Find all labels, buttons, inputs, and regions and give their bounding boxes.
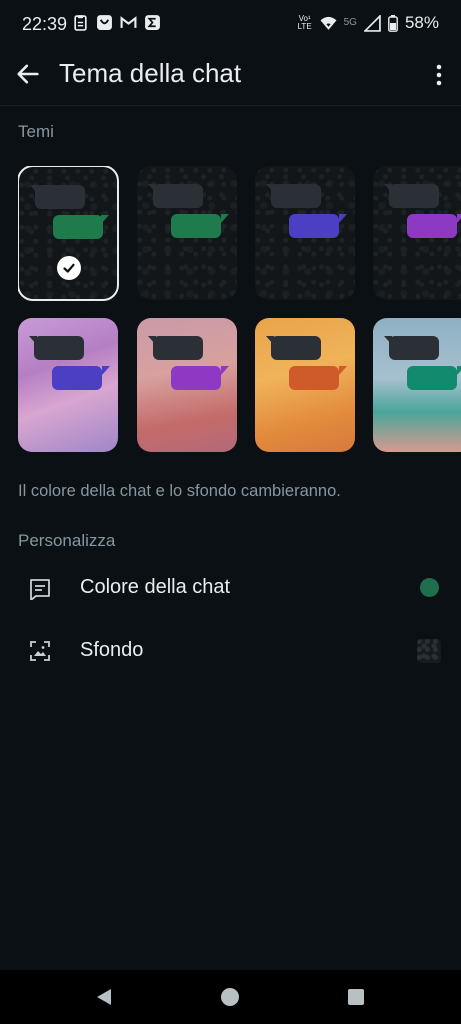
more-vert-icon[interactable] — [431, 62, 447, 88]
signal-icon — [363, 14, 381, 32]
theme-tile-dark-green-selected[interactable] — [18, 166, 119, 301]
themes-hint-text: Il colore della chat e lo sfondo cambier… — [18, 482, 341, 500]
notification-icons — [72, 14, 161, 31]
chat-color-swatch — [420, 578, 439, 597]
battery-icon — [388, 14, 398, 32]
themes-section-label: Temi — [18, 122, 54, 141]
theme-tile-pink-photo[interactable] — [137, 318, 237, 452]
theme-tile-beach-photo[interactable] — [373, 318, 461, 452]
app-bar-divider — [0, 105, 461, 106]
wifi-icon — [320, 16, 337, 30]
arrow-back-icon[interactable] — [14, 60, 42, 88]
nav-back-icon[interactable] — [94, 987, 114, 1007]
theme-tile-lilac-photo[interactable] — [18, 318, 118, 452]
themes-grid — [18, 166, 461, 456]
page-title: Tema della chat — [59, 58, 242, 88]
wallpaper-row[interactable]: Sfondo — [0, 623, 461, 679]
wallpaper-icon — [30, 641, 50, 661]
status-bar: 22:39 Vo¹ LTE 5G 58% — [0, 0, 461, 48]
system-nav-bar — [0, 970, 461, 1024]
theme-tile-dark-indigo[interactable] — [255, 166, 355, 300]
clipboard-icon — [74, 15, 87, 31]
battery-percent: 58% — [404, 13, 439, 32]
theme-tile-orange-photo[interactable] — [255, 318, 355, 452]
chat-bubble-lines-icon — [30, 579, 50, 600]
system-icons: Vo¹ LTE 5G 58% — [297, 13, 439, 33]
status-time: 22:39 — [22, 14, 68, 34]
customize-section-label: Personalizza — [18, 531, 116, 550]
chat-color-row[interactable]: Colore della chat — [0, 560, 461, 616]
app-bar: Tema della chat — [0, 48, 461, 104]
sigma-app-icon — [145, 15, 160, 30]
wallpaper-label: Sfondo — [80, 639, 144, 661]
gmail-icon — [120, 16, 137, 28]
nav-recents-icon[interactable] — [346, 987, 366, 1007]
wallpaper-thumbnail — [417, 639, 441, 663]
theme-tile-dark-green[interactable] — [137, 166, 237, 300]
checkmark-icon — [57, 256, 81, 280]
nav-home-icon[interactable] — [220, 987, 240, 1007]
shopping-bag-icon — [97, 15, 112, 30]
network-type: 5G — [343, 17, 357, 28]
chat-color-label: Colore della chat — [80, 576, 231, 598]
theme-tile-dark-purple[interactable] — [373, 166, 461, 300]
volte-indicator: Vo¹ LTE — [297, 14, 312, 31]
